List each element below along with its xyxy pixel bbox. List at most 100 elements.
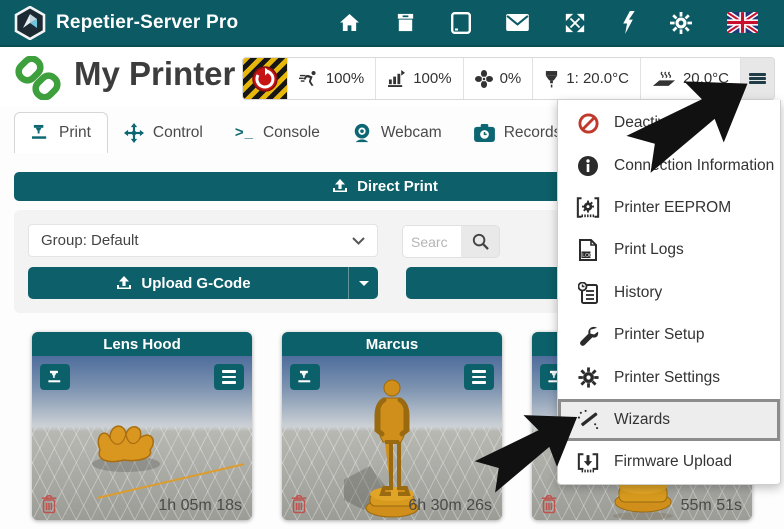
mail-icon[interactable] (506, 14, 529, 31)
extruder-nozzle-icon (544, 70, 559, 88)
tab-bar: Print Control >_ Console Webcam (14, 112, 577, 153)
search-icon (472, 233, 489, 250)
menu-item-printer-settings[interactable]: Printer Settings (558, 356, 780, 398)
speed-value: 100% (326, 70, 364, 87)
flow-status[interactable]: 100% (375, 58, 462, 99)
menu-item-label: Printer Settings (614, 369, 720, 387)
print-tab-icon (31, 124, 50, 142)
control-tab-icon (124, 123, 144, 143)
flow-bars-icon (387, 70, 406, 87)
menu-item-label: Printer Setup (614, 326, 704, 344)
lens-hood-model (80, 412, 170, 474)
gear-icon[interactable] (670, 12, 692, 34)
tab-console-label: Console (263, 124, 320, 142)
console-tab-icon: >_ (235, 124, 254, 141)
flow-value: 100% (413, 70, 451, 87)
bolt-icon[interactable] (621, 11, 635, 34)
job-card-lens-hood[interactable]: Lens Hood (32, 332, 252, 520)
home-icon[interactable] (339, 13, 360, 32)
delete-job-icon[interactable] (41, 495, 57, 514)
group-select[interactable]: Group: Default (28, 224, 378, 257)
tab-print-label: Print (59, 124, 91, 142)
upload-icon (116, 276, 132, 291)
menu-item-label: Wizards (614, 411, 670, 429)
menu-item-firmware-upload[interactable]: Firmware Upload (558, 441, 780, 483)
printer-icon (47, 370, 64, 385)
tab-console[interactable]: >_ Console (219, 112, 336, 153)
flag-uk-icon[interactable] (727, 12, 758, 33)
menu-item-wizards[interactable]: Wizards (558, 399, 780, 441)
svg-text:LOG: LOG (582, 253, 593, 259)
menu-item-label: Print Logs (614, 241, 684, 259)
job-duration: 55m 51s (681, 497, 742, 515)
repetier-server-window: Repetier-Server Pro (0, 0, 784, 529)
tab-control-label: Control (153, 124, 203, 142)
job-card-marcus[interactable]: Marcus (282, 332, 502, 520)
upload-gcode-label: Upload G-Code (141, 275, 250, 292)
wrench-icon (578, 325, 599, 346)
chevron-down-icon (352, 237, 365, 245)
history-icon (578, 282, 598, 304)
emergency-stop-icon (251, 65, 279, 93)
tab-webcam-label: Webcam (381, 124, 442, 142)
menu-item-label: Firmware Upload (614, 453, 732, 471)
menu-item-print-logs[interactable]: LOG Print Logs (558, 229, 780, 271)
tab-records-label: Records (504, 124, 562, 142)
print-job-button[interactable] (40, 364, 70, 390)
menu-item-printer-setup[interactable]: Printer Setup (558, 314, 780, 356)
tab-print[interactable]: Print (14, 112, 108, 153)
job-preview: 6h 30m 26s (282, 356, 502, 520)
upload-gcode-button[interactable]: Upload G-Code (28, 267, 378, 299)
top-nav-icons (339, 11, 770, 34)
fan-value: 0% (500, 70, 522, 87)
upload-dropdown-toggle[interactable] (348, 267, 378, 299)
speed-runner-icon (299, 70, 319, 87)
records-tab-icon (474, 124, 495, 142)
tab-webcam[interactable]: Webcam (336, 112, 458, 153)
job-menu-button[interactable] (214, 364, 244, 390)
printer-icon (297, 370, 314, 385)
delete-job-icon[interactable] (291, 495, 307, 514)
printer-box-icon[interactable] (395, 12, 416, 33)
tab-control[interactable]: Control (108, 112, 219, 153)
webcam-tab-icon (352, 123, 372, 143)
upload-icon (332, 179, 348, 194)
printer-name: My Printer (74, 55, 235, 93)
menu-item-label: Printer EEPROM (614, 199, 731, 217)
cross-arrows-icon[interactable] (564, 12, 586, 34)
top-navigation-bar: Repetier-Server Pro (0, 0, 784, 47)
job-duration: 6h 30m 26s (408, 497, 492, 515)
search-group (402, 225, 500, 258)
menu-item-label: History (614, 284, 662, 302)
job-title: Marcus (282, 332, 502, 356)
info-icon (578, 156, 598, 176)
tablet-icon[interactable] (451, 12, 471, 34)
emergency-stop-button[interactable] (243, 58, 287, 99)
app-title: Repetier-Server Pro (56, 12, 238, 34)
eeprom-chip-icon (576, 197, 600, 218)
repetier-logo-icon (14, 6, 46, 40)
extruder-status[interactable]: 1: 20.0°C (532, 58, 640, 99)
group-select-value: Group: Default (41, 232, 139, 249)
print-job-button[interactable] (290, 364, 320, 390)
fan-icon (475, 70, 493, 88)
caret-down-icon (359, 281, 369, 286)
job-duration: 1h 05m 18s (158, 497, 242, 515)
search-input[interactable] (403, 226, 461, 257)
fan-status[interactable]: 0% (463, 58, 533, 99)
speed-status[interactable]: 100% (287, 58, 375, 99)
menu-item-history[interactable]: History (558, 272, 780, 314)
job-menu-button[interactable] (464, 364, 494, 390)
print-logs-icon: LOG (579, 239, 597, 261)
search-button[interactable] (461, 226, 499, 257)
delete-job-icon[interactable] (541, 495, 557, 514)
deactivate-icon (578, 113, 599, 134)
menu-item-printer-eeprom[interactable]: Printer EEPROM (558, 187, 780, 229)
extruder-temp: 1: 20.0°C (566, 70, 629, 87)
direct-print-label: Direct Print (357, 178, 438, 195)
firmware-upload-icon (577, 452, 599, 473)
settings-gear-icon (578, 367, 599, 388)
job-title: Lens Hood (32, 332, 252, 356)
chain-link-icon (13, 56, 63, 100)
job-preview: 1h 05m 18s (32, 356, 252, 520)
